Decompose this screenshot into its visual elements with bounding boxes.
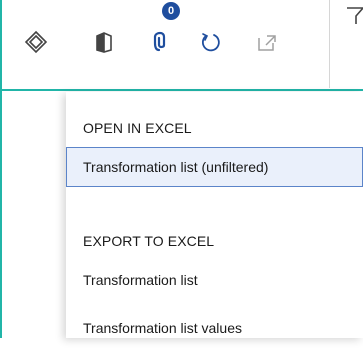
paperclip-icon[interactable] bbox=[151, 30, 175, 54]
excel-menu: OPEN IN EXCEL Transformation list (unfil… bbox=[66, 92, 363, 338]
popout-icon[interactable] bbox=[255, 30, 279, 54]
refresh-icon[interactable] bbox=[199, 30, 223, 54]
menu-item-transformation-list-unfiltered[interactable]: Transformation list (unfiltered) bbox=[66, 147, 363, 187]
export-to-excel-heading: EXPORT TO EXCEL bbox=[83, 233, 215, 249]
menu-item-transformation-list[interactable]: Transformation list bbox=[66, 260, 363, 300]
accent-divider bbox=[0, 89, 363, 91]
filter-icon[interactable] bbox=[347, 6, 363, 24]
open-in-excel-heading: OPEN IN EXCEL bbox=[83, 120, 192, 136]
notification-badge: 0 bbox=[162, 2, 180, 20]
toolbar: 0 bbox=[0, 0, 330, 88]
book-icon[interactable] bbox=[92, 30, 116, 54]
diamond-icon[interactable] bbox=[24, 30, 48, 54]
app-frame: 0 OPEN IN EXCEL Transformation list (unf… bbox=[0, 0, 363, 338]
menu-item-transformation-list-values[interactable]: Transformation list values bbox=[66, 308, 363, 348]
accent-border bbox=[0, 0, 2, 338]
